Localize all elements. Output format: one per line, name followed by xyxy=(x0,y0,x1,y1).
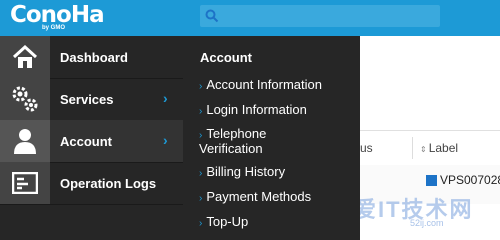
submenu-item-login-information[interactable]: › Login Information xyxy=(199,102,307,117)
chevron-right-icon: › xyxy=(163,132,168,148)
chevron-right-icon: › xyxy=(163,90,168,106)
submenu-item-label: Payment Methods xyxy=(206,189,312,204)
chevron-right-icon: › xyxy=(199,130,203,141)
sidebar-item-label: Services xyxy=(60,92,114,107)
log-icon xyxy=(0,162,50,204)
sidebar-item-services[interactable]: Services › xyxy=(0,78,183,121)
sidebar-item-label: Account xyxy=(60,134,112,149)
submenu-item-billing-history[interactable]: › Billing History xyxy=(199,164,285,179)
submenu-item-label: Telephone Verification xyxy=(199,126,267,156)
sidebar-item-label: Operation Logs xyxy=(60,176,157,191)
submenu-item-top-up[interactable]: › Top-Up xyxy=(199,214,248,229)
search-box[interactable] xyxy=(200,5,440,27)
submenu-item-label: Account Information xyxy=(206,77,322,92)
submenu-title: Account xyxy=(200,50,252,65)
submenu-item-label: Billing History xyxy=(206,164,286,179)
account-submenu: Account › Account Information › Login Info… xyxy=(183,36,360,240)
chevron-right-icon: › xyxy=(199,193,203,204)
top-bar: ConoHa by GMO xyxy=(0,0,500,36)
sidebar-item-dashboard[interactable]: Dashboard xyxy=(0,36,183,79)
sidebar: Dashboard Services › Account › Operation… xyxy=(0,36,183,240)
watermark-url: 52ij.com xyxy=(410,218,444,228)
chevron-right-icon: › xyxy=(199,81,203,92)
column-divider xyxy=(412,137,413,159)
table-header: us ⇕ Label xyxy=(360,130,500,166)
submenu-item-account-information[interactable]: › Account Information xyxy=(199,77,322,92)
chevron-right-icon: › xyxy=(199,168,203,179)
submenu-item-label: Top-Up xyxy=(206,214,249,229)
gears-icon xyxy=(0,78,50,120)
home-icon xyxy=(0,36,50,78)
sidebar-item-operation-logs[interactable]: Operation Logs xyxy=(0,162,183,205)
user-icon xyxy=(0,120,50,162)
sort-icon: ⇕ xyxy=(420,145,427,154)
sidebar-item-label: Dashboard xyxy=(60,50,128,65)
row-label: VPS007028 xyxy=(440,173,500,187)
logo-subtext: by GMO xyxy=(42,25,66,31)
column-header-status[interactable]: us xyxy=(360,141,373,155)
column-header-label-text: Label xyxy=(428,141,459,155)
submenu-item-telephone-verification[interactable]: › Telephone Verification xyxy=(199,127,329,155)
chevron-right-icon: › xyxy=(199,218,203,229)
column-header-label[interactable]: ⇕ Label xyxy=(420,141,458,155)
sidebar-item-account[interactable]: Account › xyxy=(0,120,183,163)
chevron-right-icon: › xyxy=(199,106,203,117)
row-checkbox[interactable] xyxy=(426,175,437,186)
search-icon xyxy=(205,9,219,23)
submenu-item-payment-methods[interactable]: › Payment Methods xyxy=(199,189,311,204)
submenu-item-label: Login Information xyxy=(206,102,307,117)
